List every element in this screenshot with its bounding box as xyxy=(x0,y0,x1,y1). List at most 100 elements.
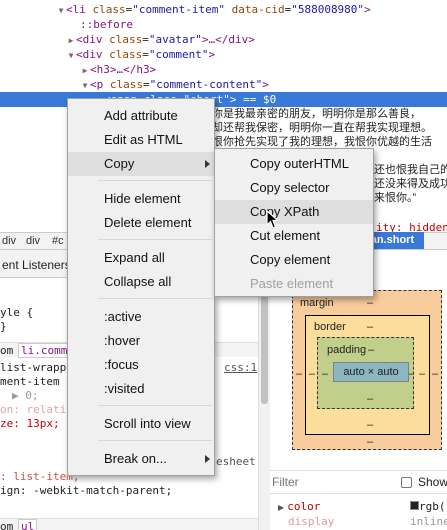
menu-item-force-focus[interactable]: :focus xyxy=(68,353,214,377)
collapse-triangle-icon[interactable]: ▼ xyxy=(56,3,66,18)
show-all-checkbox[interactable] xyxy=(401,477,412,488)
border-bottom-value: – xyxy=(367,419,374,431)
attr-value: "comment-item" xyxy=(132,3,225,16)
tab-event-listeners[interactable]: ent Listeners xyxy=(2,258,71,272)
menu-separator xyxy=(98,298,212,299)
margin-bottom-value: – xyxy=(367,436,374,448)
attr-value: "comment-content" xyxy=(149,78,263,91)
menu-item-force-active[interactable]: :active xyxy=(68,305,214,329)
style-rule-line: ign: -webkit-match-parent; xyxy=(0,484,173,497)
computed-prop-value: rgb( xyxy=(410,500,446,513)
inherited-selector-chip[interactable]: li.comm xyxy=(18,343,71,358)
stylesheet-link[interactable]: css:1 xyxy=(224,361,257,375)
copy-submenu: Copy outerHTML Copy selector Copy XPath … xyxy=(214,148,374,297)
tree-row-before[interactable]: ::before xyxy=(80,17,133,32)
computed-prop-value: inline xyxy=(410,515,447,528)
menu-separator xyxy=(98,440,212,441)
breadcrumb-item[interactable]: #c xyxy=(52,235,64,247)
scrollbar[interactable] xyxy=(258,278,270,530)
style-rule-line: } xyxy=(0,320,7,333)
margin-label: margin xyxy=(300,297,334,309)
border-left-value: – xyxy=(309,368,316,380)
computed-prop-row[interactable]: ▶ color xyxy=(278,500,320,513)
breadcrumb-item[interactable]: div xyxy=(26,235,40,247)
attr-name: class xyxy=(92,3,126,16)
tree-row-li[interactable]: ▼ <li class="comment-item" data-cid="5880… xyxy=(56,2,371,17)
expand-triangle-icon[interactable]: ▶ xyxy=(66,33,76,48)
menu-item-hide-element[interactable]: Hide element xyxy=(68,187,214,211)
menu-item-label: Scroll into view xyxy=(104,416,191,431)
menu-item-label: Copy outerHTML xyxy=(250,156,349,171)
padding-bottom-value: – xyxy=(367,393,374,405)
menu-item-collapse-all[interactable]: Collapse all xyxy=(68,270,214,294)
attr-name: class xyxy=(109,48,143,61)
menu-item-label: Delete element xyxy=(104,215,192,230)
menu-item-label: Add attribute xyxy=(104,108,178,123)
tag-text: <h3>…</h3> xyxy=(90,63,157,76)
attr-name: data-cid xyxy=(231,3,285,16)
margin-right-value: – xyxy=(432,368,439,380)
menu-item-break-on[interactable]: Break on... xyxy=(68,447,214,471)
menu-item-label: Copy xyxy=(104,156,135,171)
tag-name: li xyxy=(72,3,86,16)
color-swatch-icon[interactable] xyxy=(410,501,419,510)
menu-item-label: Edit as HTML xyxy=(104,132,183,147)
tag-name: div xyxy=(82,33,103,46)
tree-row-comment[interactable]: ▼ <div class="comment"> xyxy=(66,47,216,63)
menu-item-force-visited[interactable]: :visited xyxy=(68,377,214,401)
menu-item-copy-element[interactable]: Copy element xyxy=(215,248,373,272)
padding-top-value: – xyxy=(368,344,375,356)
menu-separator xyxy=(98,239,212,240)
menu-item-scroll-into-view[interactable]: Scroll into view xyxy=(68,412,214,436)
tag-name: p xyxy=(96,78,104,91)
menu-item-copy-outerhtml[interactable]: Copy outerHTML xyxy=(215,152,373,176)
menu-item-label: Copy element xyxy=(250,252,331,267)
style-rule-line: ▶ 0; xyxy=(12,389,39,402)
tree-row-avatar[interactable]: ▶ <div class="avatar">…</div> xyxy=(66,32,255,47)
menu-item-expand-all[interactable]: Expand all xyxy=(68,246,214,270)
menu-item-copy-xpath[interactable]: Copy XPath xyxy=(215,200,373,224)
box-model-content[interactable]: auto × auto xyxy=(333,362,409,382)
menu-item-add-attribute[interactable]: Add attribute xyxy=(68,104,214,128)
collapse-triangle-icon[interactable]: ▼ xyxy=(66,48,76,63)
computed-prop-name: display xyxy=(288,515,335,528)
computed-filter-input[interactable] xyxy=(272,474,390,490)
attr-value: "588008980" xyxy=(291,3,365,16)
padding-left-value: – xyxy=(322,368,329,380)
computed-value-text: rgb( xyxy=(419,500,446,513)
inherited-from-label: om xyxy=(0,520,14,530)
attr-value: "comment" xyxy=(148,48,209,61)
margin-left-value: – xyxy=(296,368,303,380)
menu-item-label: :active xyxy=(104,309,142,324)
inherited-selector-chip[interactable]: ul xyxy=(18,519,38,530)
expand-triangle-icon[interactable]: ▶ xyxy=(278,503,284,512)
breadcrumb-item[interactable]: div xyxy=(2,235,16,247)
menu-item-copy-selector[interactable]: Copy selector xyxy=(215,176,373,200)
inherited-from-label: om xyxy=(0,344,14,357)
menu-item-paste-element: Paste element xyxy=(215,272,373,296)
menu-item-label: Copy XPath xyxy=(250,204,320,219)
submenu-arrow-icon xyxy=(205,160,210,168)
menu-item-label: Copy selector xyxy=(250,180,330,195)
expand-triangle-icon[interactable]: ▶ xyxy=(80,63,90,78)
user-agent-stylesheet-label: esheet xyxy=(216,455,256,468)
menu-separator xyxy=(98,405,212,406)
tree-row-h3[interactable]: ▶ <h3>…</h3> xyxy=(80,62,157,78)
menu-item-cut-element[interactable]: Cut element xyxy=(215,224,373,248)
menu-item-edit-as-html[interactable]: Edit as HTML xyxy=(68,128,214,152)
scrollbar-thumb[interactable] xyxy=(261,284,268,404)
menu-item-label: :hover xyxy=(104,333,141,348)
menu-item-delete-element[interactable]: Delete element xyxy=(68,211,214,235)
tag-tail: …</div> xyxy=(208,33,255,46)
context-menu: Add attribute Edit as HTML Copy Hide ele… xyxy=(67,98,215,476)
menu-item-label: Hide element xyxy=(104,191,181,206)
collapse-triangle-icon[interactable]: ▼ xyxy=(80,78,90,93)
text-node-line: 还没来得及成功 xyxy=(374,178,447,190)
menu-item-copy[interactable]: Copy xyxy=(68,152,214,176)
style-rule-line: on: relativ xyxy=(0,403,73,416)
border-right-value: – xyxy=(419,368,426,380)
menu-item-force-hover[interactable]: :hover xyxy=(68,329,214,353)
mouse-cursor-icon xyxy=(266,210,280,229)
tree-row-p[interactable]: ▼ <p class="comment-content"> xyxy=(80,77,269,92)
text-node-line: 却还帮我保密，明明你一直在帮我实现理想。 xyxy=(212,122,432,134)
